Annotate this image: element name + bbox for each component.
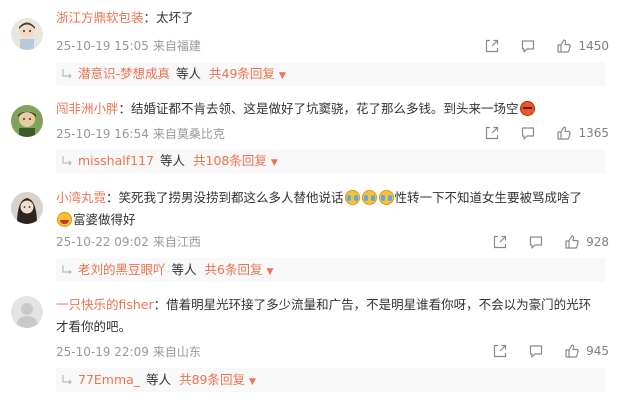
crying-face-icon bbox=[344, 190, 360, 205]
share-icon[interactable] bbox=[484, 125, 500, 141]
reply-count[interactable]: 共49条回复 bbox=[209, 66, 275, 81]
comment-location: 来自福建 bbox=[152, 39, 201, 53]
comment-icon[interactable] bbox=[528, 343, 544, 359]
reply-count[interactable]: 共6条回复 bbox=[205, 262, 263, 277]
like-count: 1365 bbox=[578, 126, 609, 140]
comment-time: 25-10-19 16:54 bbox=[56, 127, 149, 141]
comment-location: 来自莫桑比克 bbox=[152, 127, 225, 141]
like-count: 1450 bbox=[578, 39, 609, 53]
comment-text: 笑死我了捞男没捞到都这么多人替他说话 bbox=[118, 190, 344, 205]
avatar[interactable] bbox=[11, 296, 43, 328]
comment-username[interactable]: 小湾丸霓 bbox=[56, 190, 106, 205]
share-icon[interactable] bbox=[484, 38, 500, 54]
reply-username[interactable]: 潜意识-梦想成真 bbox=[78, 66, 170, 81]
comment-text: 富婆做得好 bbox=[73, 212, 136, 227]
share-icon[interactable] bbox=[492, 234, 508, 250]
comment-text: 借着明星光环接了多少流量和广告，不是明星谁看你呀，不会以为豪门的光环 bbox=[166, 297, 592, 312]
comment-body: 小湾丸霓：笑死我了捞男没捞到都这么多人替他说话 性转一下不知道女生要被骂成啥了富婆… bbox=[56, 187, 611, 231]
comment-body: 一只快乐的fisher：借着明星光环接了多少流量和广告，不是明星谁看你呀，不会以… bbox=[56, 294, 611, 338]
avatar[interactable] bbox=[11, 192, 43, 224]
comment-time: 25-10-19 22:09 bbox=[56, 345, 149, 359]
caret-down-icon[interactable]: ▼ bbox=[271, 158, 278, 168]
thumbs-up-icon[interactable] bbox=[556, 125, 572, 141]
avatar[interactable] bbox=[11, 18, 43, 50]
reply-arrow-icon bbox=[60, 67, 74, 81]
reply-arrow-icon bbox=[60, 154, 74, 168]
comment-time: 25-10-22 09:02 bbox=[56, 235, 149, 249]
comment-meta: 25-10-19 16:54 来自莫桑比克 bbox=[56, 126, 225, 142]
comment-meta: 25-10-19 22:09 来自山东 bbox=[56, 344, 201, 360]
crying-face-icon bbox=[361, 190, 377, 205]
reply-arrow-icon bbox=[60, 373, 74, 387]
caret-down-icon[interactable]: ▼ bbox=[266, 267, 273, 277]
caret-down-icon[interactable]: ▼ bbox=[249, 377, 256, 387]
reply-summary[interactable]: 潜意识-梦想成真 等人 共49条回复 ▼ bbox=[56, 62, 606, 86]
comment-time: 25-10-19 15:05 bbox=[56, 39, 149, 53]
comment-actions: 1450 bbox=[484, 37, 609, 55]
comment-text: 太坏了 bbox=[156, 10, 194, 25]
reply-count[interactable]: 共108条回复 bbox=[193, 153, 267, 168]
thumbs-up-icon[interactable] bbox=[564, 343, 580, 359]
comment-body: 浙江方鼎软包装：太坏了 bbox=[56, 7, 611, 29]
caret-down-icon[interactable]: ▼ bbox=[279, 71, 286, 81]
comment-icon[interactable] bbox=[520, 125, 536, 141]
comment-location: 来自江西 bbox=[152, 235, 201, 249]
reply-username[interactable]: 77Emma_ bbox=[78, 372, 140, 387]
comment-icon[interactable] bbox=[528, 234, 544, 250]
separator: ： bbox=[118, 101, 132, 116]
comment-meta: 25-10-19 15:05 来自福建 bbox=[56, 38, 201, 54]
reply-count[interactable]: 共89条回复 bbox=[179, 372, 245, 387]
reply-others: 等人 bbox=[146, 372, 172, 387]
angry-face-icon bbox=[519, 101, 535, 116]
separator: ： bbox=[153, 297, 167, 312]
reply-summary[interactable]: misshalf117 等人 共108条回复 ▼ bbox=[56, 149, 606, 173]
comment-item: 小湾丸霓：笑死我了捞男没捞到都这么多人替他说话 性转一下不知道女生要被骂成啥了富婆… bbox=[0, 182, 621, 287]
thumbs-up-icon[interactable] bbox=[564, 234, 580, 250]
reply-others: 等人 bbox=[171, 262, 197, 277]
reply-arrow-icon bbox=[60, 263, 74, 277]
reply-others: 等人 bbox=[160, 153, 186, 168]
comment-item: 浙江方鼎软包装：太坏了 25-10-19 15:05 来自福建 1450 潜意识-… bbox=[0, 0, 621, 95]
share-icon[interactable] bbox=[492, 343, 508, 359]
reply-summary[interactable]: 77Emma_ 等人 共89条回复 ▼ bbox=[56, 368, 606, 392]
comment-actions: 945 bbox=[492, 342, 609, 360]
comment-actions: 1365 bbox=[484, 124, 609, 142]
comment-username[interactable]: 浙江方鼎软包装 bbox=[56, 10, 144, 25]
separator: ： bbox=[106, 190, 119, 205]
comment-username[interactable]: 闯非洲小胖 bbox=[56, 101, 119, 116]
comment-actions: 928 bbox=[492, 233, 609, 251]
comment-text: 结婚证都不肯去领、这是做好了坑窦骁，花了那么多钱。到头来一场空 bbox=[131, 101, 519, 116]
comment-item: 一只快乐的fisher：借着明星光环接了多少流量和广告，不是明星谁看你呀，不会以… bbox=[0, 287, 621, 401]
comment-text: 才看你的吧。 bbox=[56, 319, 132, 334]
reply-summary[interactable]: 老刘的黑豆眼吖 等人 共6条回复 ▼ bbox=[56, 258, 606, 282]
comment-location: 来自山东 bbox=[152, 345, 201, 359]
comment-text: 性转一下不知道女生要被骂成啥了 bbox=[394, 190, 583, 205]
separator: ： bbox=[143, 10, 157, 25]
like-count: 945 bbox=[586, 344, 609, 358]
comment-meta: 25-10-22 09:02 来自江西 bbox=[56, 234, 201, 250]
comment-username[interactable]: 一只快乐的fisher bbox=[56, 297, 154, 312]
comment-icon[interactable] bbox=[520, 38, 536, 54]
thumbs-up-icon[interactable] bbox=[556, 38, 572, 54]
reply-username[interactable]: misshalf117 bbox=[78, 153, 154, 168]
like-count: 928 bbox=[586, 235, 609, 249]
reply-others: 等人 bbox=[176, 66, 202, 81]
reply-username[interactable]: 老刘的黑豆眼吖 bbox=[78, 262, 166, 277]
avatar[interactable] bbox=[11, 105, 43, 137]
comment-body: 闯非洲小胖：结婚证都不肯去领、这是做好了坑窦骁，花了那么多钱。到头来一场空 bbox=[56, 98, 611, 120]
crying-face-icon bbox=[378, 190, 394, 205]
laughing-face-icon bbox=[57, 212, 72, 227]
comment-item: 闯非洲小胖：结婚证都不肯去领、这是做好了坑窦骁，花了那么多钱。到头来一场空 25… bbox=[0, 95, 621, 182]
